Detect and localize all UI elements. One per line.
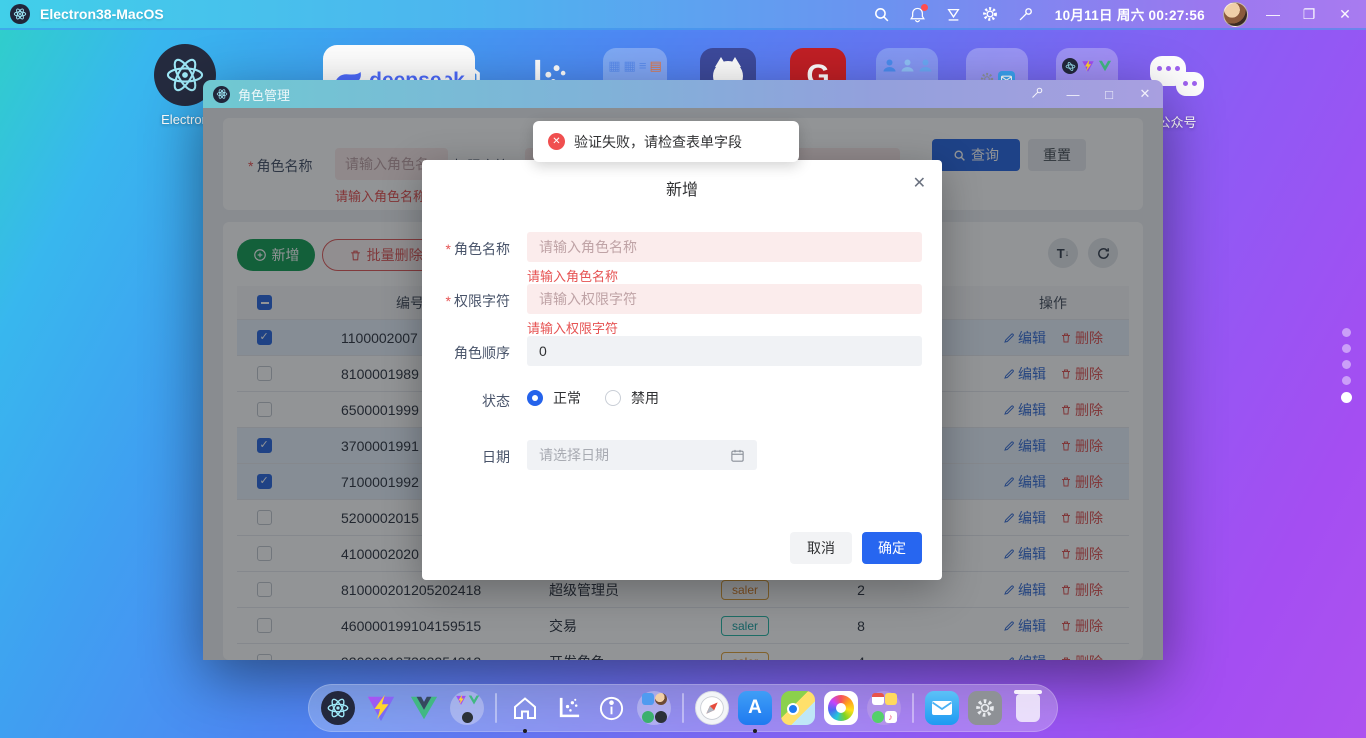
- dialog-perm-input[interactable]: [527, 284, 922, 314]
- menubar: Electron38-MacOS 10月11日 周六 00:27:56 — ❐: [0, 0, 1366, 30]
- dialog-role-name-error: 请输入角色名称: [527, 266, 618, 285]
- dialog-date-input[interactable]: 请选择日期: [527, 440, 757, 470]
- status-normal-radio[interactable]: [527, 390, 543, 406]
- maximize-button[interactable]: ❐: [1298, 6, 1320, 23]
- fill-color-icon[interactable]: [943, 3, 965, 25]
- active-page-dot: [1341, 392, 1352, 403]
- dock: A ♪: [308, 684, 1058, 732]
- search-icon[interactable]: [871, 3, 893, 25]
- window-title: 角色管理: [238, 85, 290, 104]
- dock-divider: [912, 693, 914, 723]
- gear-icon[interactable]: [979, 3, 1001, 25]
- window-minimize-button[interactable]: —: [1065, 87, 1081, 102]
- calendar-icon: [730, 448, 745, 463]
- dock-mail-icon[interactable]: [925, 691, 959, 725]
- dock-settings-icon[interactable]: [968, 691, 1002, 725]
- electron-app-icon[interactable]: [10, 4, 30, 24]
- dialog-order-label: 角色顺序: [422, 343, 510, 363]
- window-maximize-button[interactable]: □: [1101, 87, 1117, 102]
- dialog-role-name-input[interactable]: [527, 232, 922, 262]
- status-disabled-radio[interactable]: [605, 390, 621, 406]
- dialog-title: 新增: [422, 176, 942, 200]
- dock-dev-folder-icon[interactable]: [450, 691, 484, 725]
- dialog-perm-error: 请输入权限字符: [527, 318, 618, 337]
- dock-safari-icon[interactable]: [695, 691, 729, 725]
- dock-trash-icon[interactable]: [1011, 691, 1045, 725]
- add-role-dialog: 新增 ✕ 角色名称 请输入角色名称 权限字符 请输入权限字符 角色顺序 状态 正…: [422, 160, 942, 580]
- confirm-button[interactable]: 确定: [862, 532, 922, 564]
- dialog-order-input[interactable]: [527, 336, 922, 366]
- desktop-screen: Electron38-MacOS 10月11日 周六 00:27:56 — ❐: [0, 0, 1366, 738]
- dock-chart-icon[interactable]: [551, 691, 585, 725]
- date-placeholder: 请选择日期: [539, 445, 609, 465]
- bell-icon[interactable]: [907, 3, 929, 25]
- dock-vue-icon[interactable]: [407, 691, 441, 725]
- close-button[interactable]: ✕: [1334, 6, 1356, 23]
- dock-info-icon[interactable]: [594, 691, 628, 725]
- status-disabled-label: 禁用: [631, 388, 659, 408]
- toast-message: 验证失败，请检查表单字段: [574, 132, 742, 152]
- dock-vite-icon[interactable]: [364, 691, 398, 725]
- dialog-date-label: 日期: [422, 447, 510, 467]
- status-normal-label: 正常: [553, 388, 581, 408]
- dialog-close-icon[interactable]: ✕: [913, 173, 926, 193]
- dock-divider: [495, 693, 497, 723]
- app-title: Electron38-MacOS: [40, 6, 164, 22]
- error-toast: ✕ 验证失败，请检查表单字段: [533, 121, 799, 162]
- dock-home-icon[interactable]: [508, 691, 542, 725]
- dock-social-folder-icon[interactable]: [637, 691, 671, 725]
- dock-maps-icon[interactable]: [781, 691, 815, 725]
- window-close-button[interactable]: ✕: [1137, 86, 1153, 102]
- error-circle-icon: ✕: [548, 133, 565, 150]
- dock-divider: [682, 693, 684, 723]
- dock-apps-folder-icon[interactable]: ♪: [867, 691, 901, 725]
- window-titlebar[interactable]: 角色管理 — □ ✕: [203, 80, 1163, 108]
- pin-icon[interactable]: [1015, 3, 1037, 25]
- minimize-button[interactable]: —: [1262, 6, 1284, 22]
- dialog-status-label: 状态: [422, 391, 510, 411]
- desktop-page-dots[interactable]: [1341, 328, 1352, 403]
- window-pin-icon[interactable]: [1029, 86, 1045, 103]
- cancel-button[interactable]: 取消: [790, 532, 852, 564]
- dock-app-store-icon[interactable]: A: [738, 691, 772, 725]
- dialog-role-name-label: 角色名称: [422, 239, 510, 259]
- dock-electron-icon[interactable]: [321, 691, 355, 725]
- dialog-perm-label: 权限字符: [422, 291, 510, 311]
- menubar-clock: 10月11日 周六 00:27:56: [1055, 4, 1205, 24]
- notification-badge: [921, 4, 928, 11]
- avatar[interactable]: [1223, 2, 1248, 27]
- window-app-icon: [213, 86, 230, 103]
- dock-photos-icon[interactable]: [824, 691, 858, 725]
